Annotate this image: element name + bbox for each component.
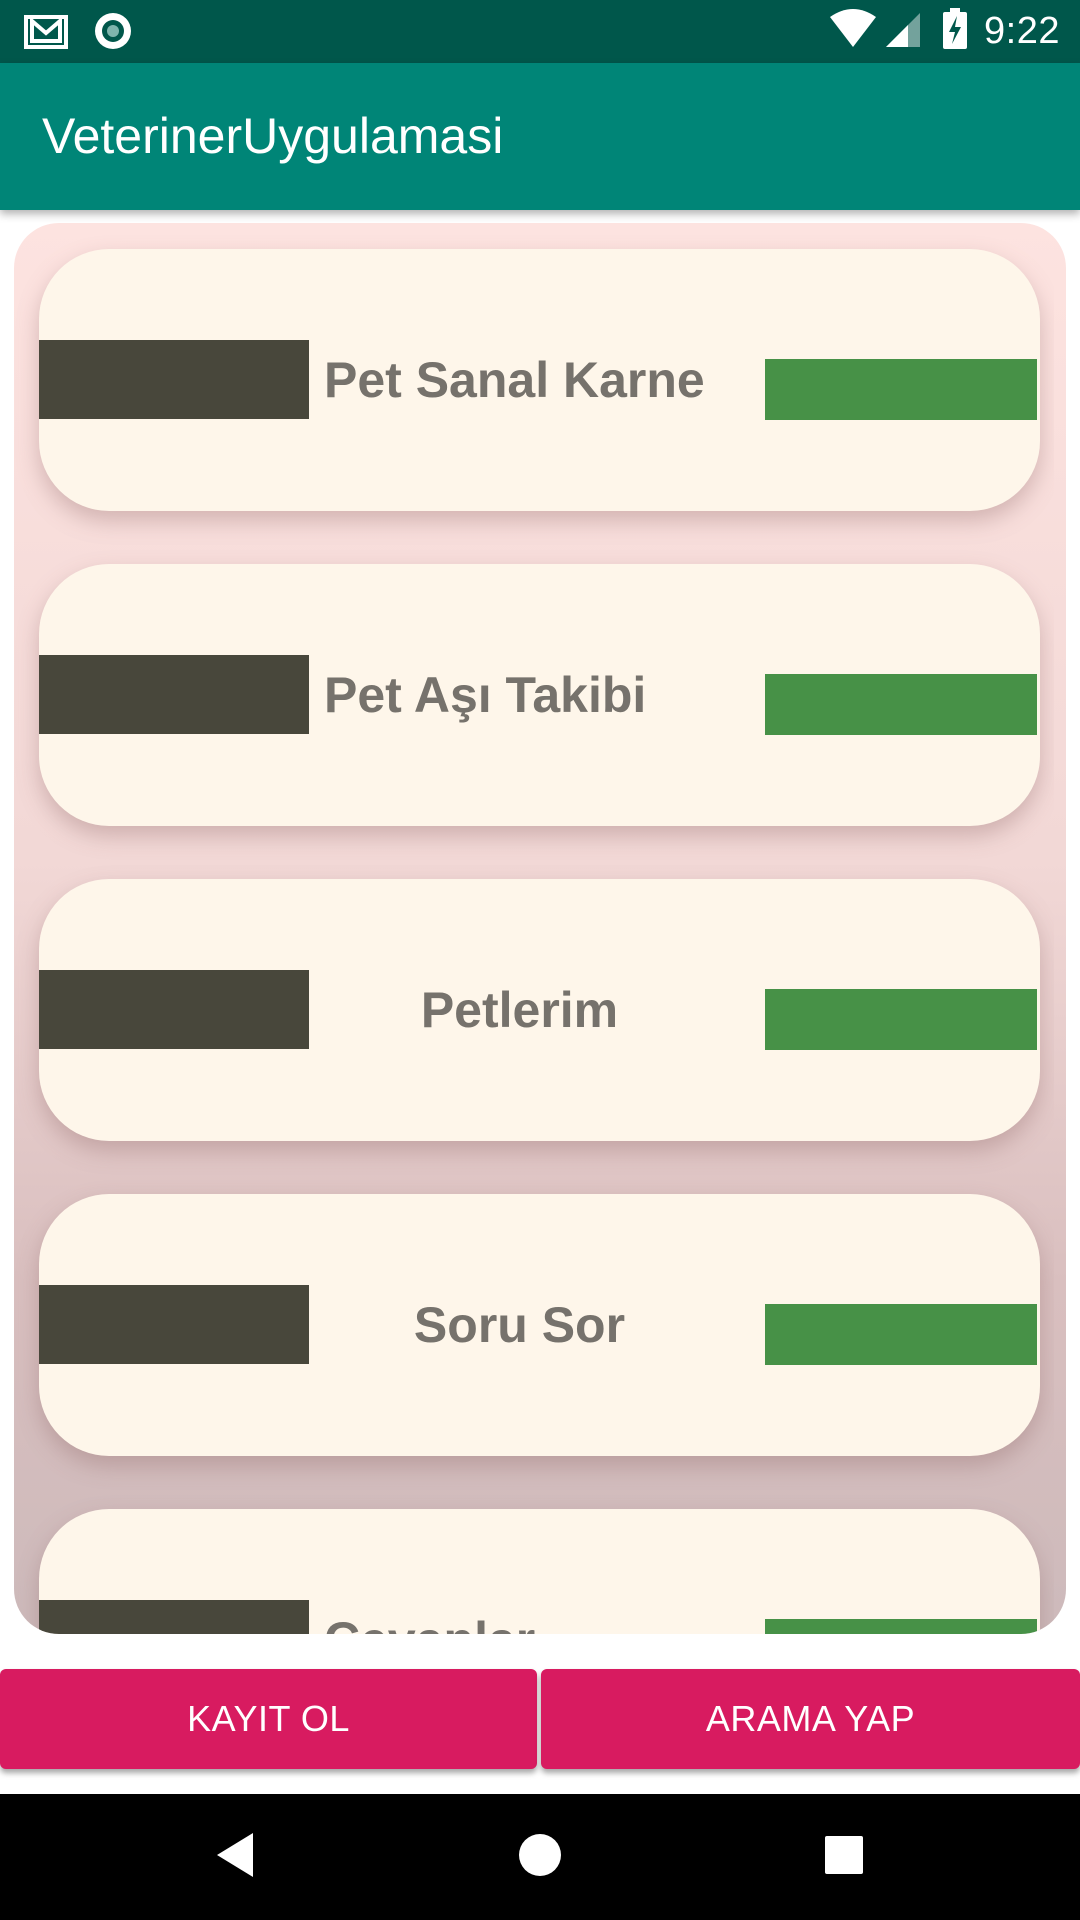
card-right-image: [765, 989, 1037, 1050]
search-button[interactable]: ARAMA YAP: [541, 1669, 1080, 1769]
menu-card-pet-asi-takibi[interactable]: Pet Aşı Takibi: [39, 564, 1040, 826]
menu-card-label: Pet Aşı Takibi: [324, 667, 647, 723]
recents-icon: [824, 1835, 864, 1880]
cellular-signal-icon: [884, 9, 924, 54]
wifi-icon: [828, 9, 878, 54]
status-left-icons: [24, 10, 134, 57]
card-right-image: [765, 1304, 1037, 1365]
menu-list-viewport: Pet Sanal Karne Pet Aşı Takibi Petlerim …: [14, 223, 1054, 1634]
battery-charging-icon: [942, 8, 968, 55]
back-button[interactable]: [175, 1794, 295, 1920]
recents-button[interactable]: [784, 1794, 904, 1920]
home-button[interactable]: [480, 1794, 600, 1920]
app-bar: VeterinerUygulamasi: [0, 63, 1080, 210]
card-left-image: [39, 655, 309, 734]
menu-card-label: Pet Sanal Karne: [324, 352, 705, 408]
card-right-image: [765, 1619, 1037, 1634]
clock: 9:22: [984, 10, 1060, 52]
home-icon: [518, 1833, 562, 1882]
status-right-icons: 9:22: [828, 0, 1060, 63]
status-bar: 9:22: [0, 0, 1080, 63]
menu-card-label: Cevaplar: [324, 1509, 535, 1634]
gmail-icon: [24, 11, 72, 56]
app-title: VeterinerUygulamasi: [42, 108, 504, 164]
menu-list[interactable]: Pet Sanal Karne Pet Aşı Takibi Petlerim …: [14, 223, 1066, 1634]
register-button[interactable]: KAYIT OL: [0, 1669, 537, 1769]
menu-card-pet-sanal-karne[interactable]: Pet Sanal Karne: [39, 249, 1040, 511]
card-right-image: [765, 359, 1037, 420]
back-icon: [213, 1831, 257, 1884]
card-left-image: [39, 340, 309, 419]
menu-card-petlerim[interactable]: Petlerim: [39, 879, 1040, 1141]
card-right-image: [765, 674, 1037, 735]
record-icon: [92, 10, 134, 57]
card-left-image: [39, 1600, 309, 1634]
navigation-bar: [0, 1794, 1080, 1920]
menu-card-soru-sor[interactable]: Soru Sor: [39, 1194, 1040, 1456]
menu-card-cevaplar[interactable]: Cevaplar: [39, 1509, 1040, 1634]
